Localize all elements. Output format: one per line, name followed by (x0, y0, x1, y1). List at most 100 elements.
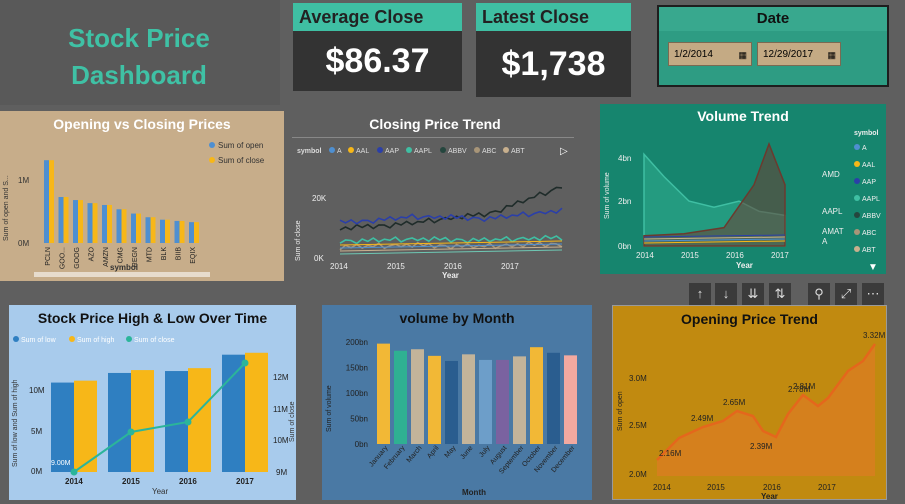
series-line (339, 207, 563, 225)
x-tick: GOO... (60, 247, 67, 269)
focus-mode-button[interactable]: ⤢ (835, 283, 857, 305)
bar-month (530, 347, 543, 444)
legend-close: Sum of close (134, 337, 175, 344)
legend-entry: A (337, 148, 342, 155)
high-low-chart: Sum of low Sum of high Sum of close Sum … (12, 336, 296, 496)
title-line1: Stock Price (68, 23, 210, 53)
vm-xlabel: Month (462, 488, 486, 497)
x-tick: 2014 (330, 262, 348, 271)
x-tick: 2014 (636, 251, 654, 260)
x-tick: 2016 (763, 483, 781, 492)
closing-trend-chart: symbol A AAL AAP AAPL ABBV ABC ABT ▷ Sum of cl… (295, 146, 568, 280)
high-low-panel[interactable]: Stock Price High & Low Over Time Sum of … (9, 305, 296, 500)
x-tick: PCLN (45, 247, 52, 266)
legend-swatch (854, 195, 860, 201)
x-tick: 2015 (681, 251, 699, 260)
closing-xlabel: Year (442, 271, 459, 280)
legend-swatch (854, 212, 860, 218)
y-tick: 1M (18, 176, 29, 185)
bar-high (131, 370, 154, 472)
x-tick: EQIX (190, 247, 197, 264)
closing-trend-panel[interactable]: Closing Price Trend symbol A AAL AAP AAPL AB… (292, 111, 578, 281)
annotation: AMD (822, 170, 840, 179)
more-options-button[interactable]: ⋯ (862, 283, 884, 305)
drill-up-button[interactable]: ↑ (689, 283, 711, 305)
scroll-down-icon[interactable]: ▼ (868, 262, 878, 273)
x-tick: July (478, 444, 492, 458)
calendar-icon[interactable]: ▦ (738, 43, 747, 67)
data-label: 3.32M (863, 331, 886, 340)
x-tick: 2017 (818, 483, 836, 492)
area-fill (657, 344, 875, 476)
legend-swatch (69, 336, 75, 342)
legend-close-swatch (209, 157, 215, 163)
date-slicer: Date 1/2/2014 ▦ 12/29/2017 ▦ (657, 5, 889, 87)
legend-close: Sum of close (218, 156, 265, 165)
legend-swatch (854, 161, 860, 167)
bar-low (51, 382, 74, 472)
bar-high (245, 352, 268, 472)
legend-swatch (126, 336, 132, 342)
legend-entry: ABT (862, 247, 876, 254)
filter-button[interactable]: ⚲ (808, 283, 830, 305)
legend-high: Sum of high (77, 337, 114, 344)
legend-entry: ABC (482, 148, 496, 155)
volume-trend-panel[interactable]: Volume Trend Sum of volume 4bn 2bn 0bn A… (600, 104, 886, 274)
legend-swatch (854, 229, 860, 235)
close-point (127, 428, 135, 436)
x-tick: 2017 (501, 262, 519, 271)
bar-close (107, 204, 112, 243)
legend-swatch (854, 178, 860, 184)
bar-open (73, 200, 78, 243)
x-tick: MTD (147, 247, 154, 262)
expand-button[interactable]: ⇅ (769, 283, 791, 305)
bar-high (188, 368, 211, 472)
end-date-value: 12/29/2017 (763, 49, 814, 60)
bar-open (131, 213, 136, 243)
bar-month (547, 352, 560, 444)
legend-swatch (854, 246, 860, 252)
legend-entry: AAPL (414, 148, 432, 155)
dashboard-title: Stock Price Dashboard (14, 20, 264, 94)
bar-open (145, 217, 151, 243)
legend-next-icon[interactable]: ▷ (560, 146, 568, 157)
x-tick: 2016 (444, 262, 462, 271)
open-close-panel[interactable]: Opening vs Closing Prices Sum of open an… (0, 111, 284, 281)
next-level-button[interactable]: ⇊ (742, 283, 764, 305)
bar-low (108, 372, 131, 472)
calendar-icon[interactable]: ▦ (827, 43, 836, 67)
data-label: 2.16M (659, 449, 682, 458)
close-point (70, 468, 78, 476)
data-label: 2.39M (750, 442, 773, 451)
vm-ylabel: Sum of volume (326, 385, 333, 432)
open-close-ylabel: Sum of open and S... (3, 175, 10, 241)
x-tick: 2017 (236, 477, 254, 486)
point-label: 9.00M (51, 460, 71, 467)
x-tick: 2017 (771, 251, 789, 260)
legend-swatch (503, 147, 509, 153)
legend-swatch (329, 147, 335, 153)
latest-close-value: $1,738 (476, 31, 631, 97)
x-tick: 2014 (65, 477, 83, 486)
legend-swatch (406, 147, 412, 153)
bar-close (194, 222, 199, 243)
bar-close (49, 160, 54, 243)
volume-month-panel[interactable]: volume by Month Sum of volume 200bn 150bn… (322, 305, 592, 500)
bar-close (92, 203, 98, 243)
start-date-input[interactable]: 1/2/2014 ▦ (668, 42, 752, 66)
legend-low: Sum of low (21, 337, 57, 344)
hl-y2label: Sum of close (289, 401, 296, 442)
bar-close (150, 217, 156, 243)
drill-down-button[interactable]: ↓ (715, 283, 737, 305)
bar-open (160, 219, 165, 243)
scrollbar[interactable] (34, 272, 210, 277)
opening-trend-panel[interactable]: Opening Price Trend Sum of open 3.0M 2.5… (612, 305, 887, 501)
y-tick: 100bn (346, 389, 368, 398)
volume-trend-title: Volume Trend (697, 108, 789, 124)
latest-close-label: Latest Close (476, 3, 631, 31)
end-date-input[interactable]: 12/29/2017 ▦ (757, 42, 841, 66)
volume-ylabel: Sum of volume (604, 172, 611, 219)
legend-label: symbol (297, 148, 322, 155)
opening-trend-title: Opening Price Trend (681, 311, 818, 327)
data-label: 2.78M (788, 385, 811, 394)
